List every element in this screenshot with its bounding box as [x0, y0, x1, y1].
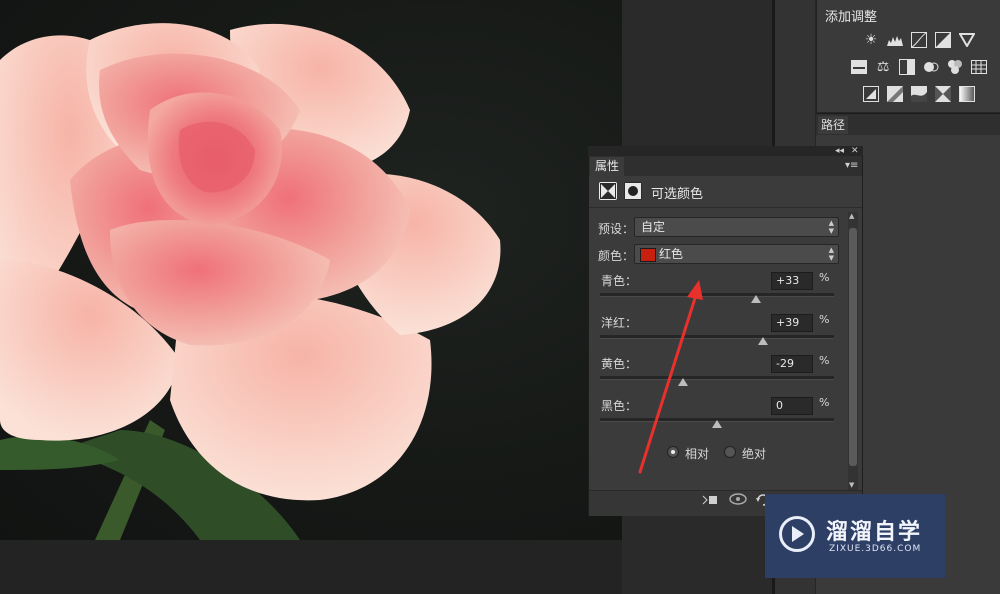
clip-to-layer-icon[interactable] [702, 494, 718, 509]
slider-label: 青色： [601, 274, 638, 288]
absolute-label: 绝对 [742, 447, 767, 461]
play-icon [792, 526, 804, 542]
colors-value: 红色 [659, 247, 684, 261]
slider-label: 黄色： [601, 357, 638, 371]
exposure-icon[interactable] [935, 32, 951, 48]
properties-panel [588, 146, 863, 516]
invert-icon[interactable] [863, 86, 879, 102]
close-icon[interactable]: ✕ [851, 146, 859, 156]
percent-sign: % [819, 396, 830, 409]
color-balance-icon[interactable]: ⚖ [875, 59, 891, 75]
colors-label: 颜色： [598, 249, 635, 263]
slider-thumb[interactable] [678, 378, 688, 386]
brightness-contrast-icon[interactable]: ☀ [863, 32, 879, 48]
slider-value-field[interactable]: -29 [771, 355, 813, 373]
adjustments-panel-title: 添加调整 [825, 10, 878, 25]
red-color-swatch [640, 248, 656, 262]
tab-paths[interactable]: 路径 [818, 116, 848, 134]
slider-label: 洋红： [601, 316, 638, 330]
properties-header-title: 可选颜色 [651, 187, 704, 202]
colors-dropdown[interactable]: 红色 ▲ ▼ [634, 244, 839, 264]
selective-color-adjustment-icon [599, 182, 617, 200]
relative-radio[interactable] [667, 446, 679, 458]
channel-mixer-icon[interactable] [947, 59, 963, 75]
layer-mask-icon[interactable] [624, 182, 642, 200]
preset-label: 预设： [598, 222, 635, 236]
slider-thumb[interactable] [758, 337, 768, 345]
slider-value-field[interactable]: +39 [771, 314, 813, 332]
slider-value-field[interactable]: 0 [771, 397, 813, 415]
black-white-icon[interactable] [899, 59, 915, 75]
properties-panel-titlebar[interactable] [588, 146, 863, 156]
curves-icon[interactable] [911, 32, 927, 48]
threshold-icon[interactable] [911, 86, 927, 102]
levels-icon[interactable] [887, 32, 903, 48]
vibrance-icon[interactable] [851, 59, 867, 75]
slider-label: 黑色： [601, 399, 638, 413]
preset-dropdown[interactable]: 自定 ▲ ▼ [634, 217, 839, 237]
collapse-icon[interactable]: ◂◂ [835, 146, 844, 156]
watermark-title: 溜溜自学 [826, 520, 923, 545]
slider-track[interactable] [600, 376, 834, 380]
preset-value: 自定 [641, 220, 666, 234]
dropdown-arrows-icon: ▲ ▼ [828, 219, 834, 235]
triangle-icon[interactable] [959, 32, 975, 48]
percent-sign: % [819, 354, 830, 367]
slider-track[interactable] [600, 335, 834, 339]
scrollbar-thumb[interactable] [849, 228, 857, 466]
slider-thumb[interactable] [712, 420, 722, 428]
color-lookup-icon[interactable] [971, 59, 987, 75]
percent-sign: % [819, 271, 830, 284]
rose-photo [0, 23, 501, 540]
view-previous-state-icon[interactable] [729, 493, 747, 508]
canvas-bottom-area [0, 540, 622, 594]
panel-menu-icon[interactable]: ▾≡ [845, 160, 858, 171]
percent-sign: % [819, 313, 830, 326]
dropdown-arrows-icon: ▲ ▼ [828, 246, 834, 262]
gradient-map-icon[interactable] [959, 86, 975, 102]
relative-label: 相对 [685, 447, 710, 461]
scroll-up-icon[interactable]: ▲ [849, 212, 854, 220]
slider-value-field[interactable]: +33 [771, 272, 813, 290]
image-canvas[interactable] [0, 0, 622, 540]
properties-tab-row [589, 156, 862, 176]
watermark-subtitle: ZIXUE.3D66.COM [829, 544, 922, 554]
tab-properties[interactable]: 属性 [590, 157, 624, 176]
posterize-icon[interactable] [887, 86, 903, 102]
header-divider [589, 207, 862, 208]
selective-color-icon[interactable] [935, 86, 951, 102]
slider-track[interactable] [600, 293, 834, 297]
absolute-radio[interactable] [724, 446, 736, 458]
slider-thumb[interactable] [751, 295, 761, 303]
photo-filter-icon[interactable] [923, 59, 939, 75]
scroll-down-icon[interactable]: ▼ [849, 481, 854, 489]
